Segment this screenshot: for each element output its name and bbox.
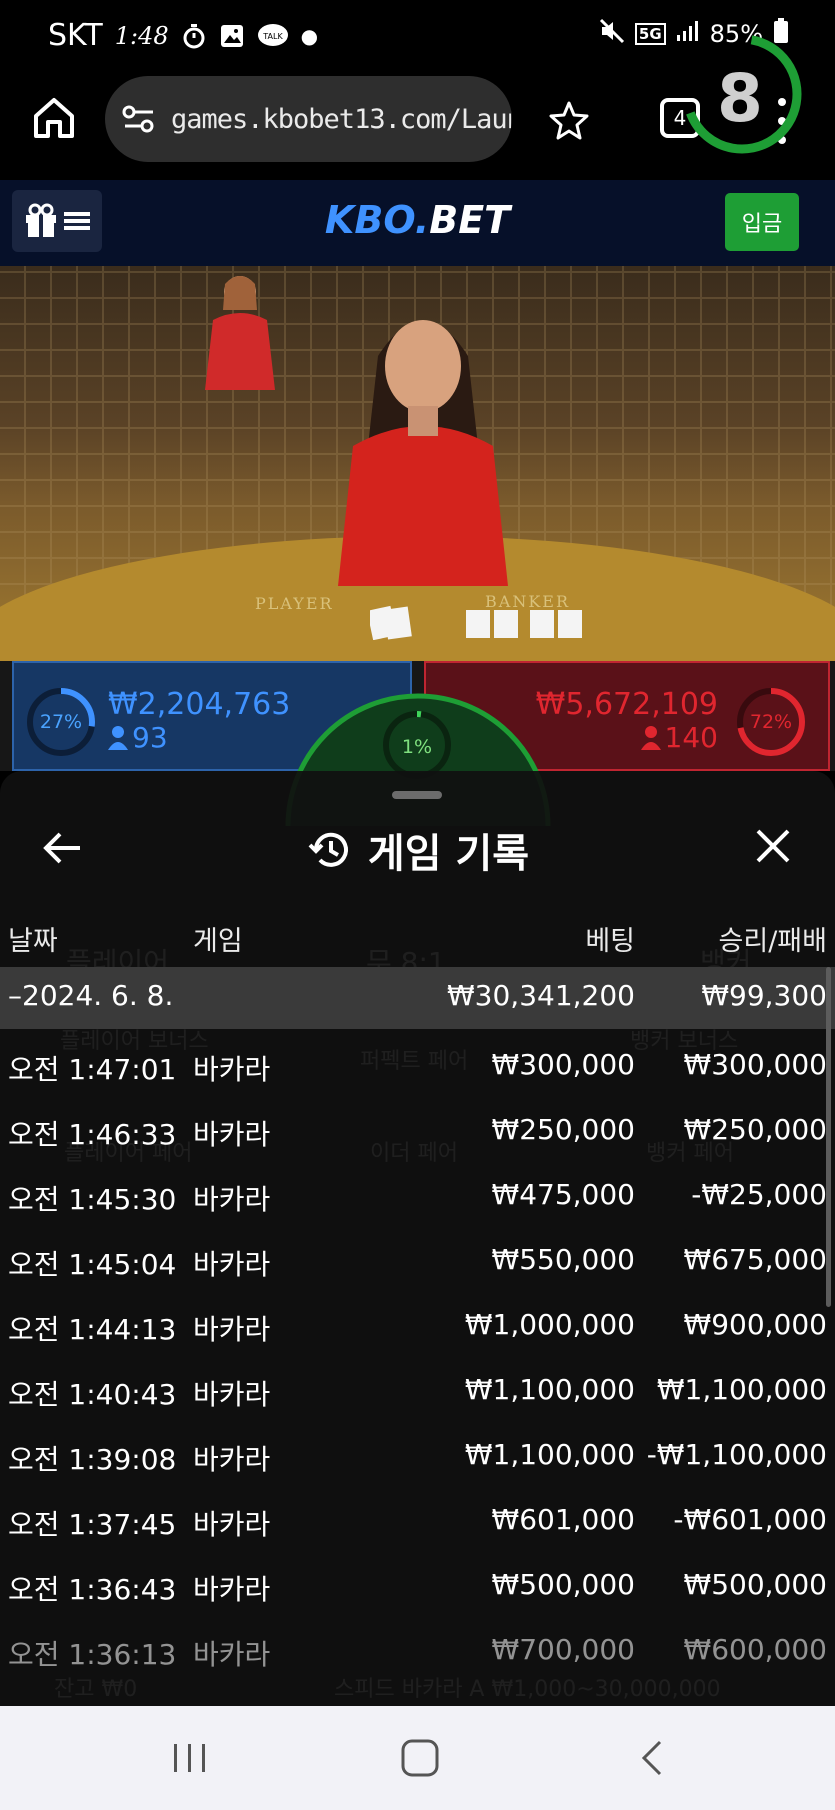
bookmark-button[interactable] bbox=[549, 100, 589, 140]
user-icon bbox=[640, 725, 661, 750]
column-header-game: 게임 bbox=[193, 926, 243, 957]
column-header-bet: 베팅 bbox=[585, 926, 635, 957]
player-percent: 27% bbox=[39, 711, 83, 733]
day-summary-row[interactable]: –2024. 6. 8. ₩30,341,200 ₩99,300 bbox=[0, 967, 835, 1029]
history-row[interactable]: 오전 1:36:13 바카라 ₩700,000 ₩600,000 bbox=[0, 1621, 835, 1683]
live-video-stream: PLAYER BANKER bbox=[0, 266, 835, 661]
banker-total-bet: ₩5,672,109 bbox=[535, 687, 718, 722]
site-settings-icon[interactable] bbox=[121, 101, 157, 137]
url-text[interactable]: games.kbobet13.com/Laun bbox=[171, 104, 511, 135]
carrier: SKT bbox=[48, 18, 103, 53]
playing-cards bbox=[370, 605, 582, 640]
back-nav-button[interactable] bbox=[632, 1736, 676, 1780]
history-row[interactable]: 오전 1:36:43 바카라 ₩500,000 ₩500,000 bbox=[0, 1556, 835, 1618]
history-row[interactable]: 오전 1:44:13 바카라 ₩1,000,000 ₩900,000 bbox=[0, 1296, 835, 1358]
history-row[interactable]: 오전 1:47:01 바카라 ₩300,000 ₩300,000 bbox=[0, 1036, 835, 1098]
gallery-icon bbox=[219, 23, 245, 49]
site-logo[interactable]: KBO.BET bbox=[0, 198, 835, 242]
countdown-number: 8 bbox=[717, 60, 763, 137]
deposit-button[interactable]: 입금 bbox=[725, 193, 799, 251]
player-bettor-count: 93 bbox=[108, 721, 168, 754]
clock: 1:48 bbox=[114, 21, 169, 50]
dealer bbox=[338, 320, 508, 586]
history-icon bbox=[308, 832, 348, 867]
history-header: 게임 기록 bbox=[0, 821, 835, 879]
network-type: 5G bbox=[634, 23, 666, 45]
column-header-result: 승리/패배 bbox=[718, 926, 827, 957]
game-history-sheet: 플레이어 무 8:1 뱅커 플레이어 보너스 퍼펙트 페어 뱅커 보너스 이더 … bbox=[0, 771, 835, 1706]
drag-handle[interactable] bbox=[392, 791, 442, 799]
banker-bettor-count: 140 bbox=[640, 721, 718, 754]
star-icon bbox=[549, 101, 589, 140]
mute-icon bbox=[599, 18, 625, 50]
table-label-player: PLAYER bbox=[255, 594, 334, 613]
player-total-bet: ₩2,204,763 bbox=[108, 687, 291, 722]
recent-apps-button[interactable] bbox=[168, 1736, 212, 1780]
recents-icon bbox=[174, 1744, 205, 1772]
home-square-icon bbox=[401, 1739, 439, 1777]
history-row[interactable]: 오전 1:40:43 바카라 ₩1,100,000 ₩1,100,000 bbox=[0, 1361, 835, 1423]
home-button[interactable] bbox=[30, 94, 78, 142]
close-button[interactable] bbox=[748, 821, 798, 871]
tie-percent: 1% bbox=[401, 736, 433, 758]
svg-text:TALK: TALK bbox=[262, 32, 283, 41]
history-title: 게임 기록 bbox=[367, 831, 530, 877]
system-navigation-bar bbox=[0, 1706, 835, 1810]
address-bar[interactable]: games.kbobet13.com/Laun bbox=[105, 76, 512, 162]
day-total-result: ₩99,300 bbox=[701, 979, 827, 1012]
history-row[interactable]: 오전 1:39:08 바카라 ₩1,100,000 -₩1,100,000 bbox=[0, 1426, 835, 1488]
user-icon bbox=[108, 725, 128, 750]
history-row[interactable]: 오전 1:45:30 바카라 ₩475,000 -₩25,000 bbox=[0, 1166, 835, 1228]
column-header-date: 날짜 bbox=[8, 926, 58, 957]
history-row[interactable]: 오전 1:46:33 바카라 ₩250,000 ₩250,000 bbox=[0, 1101, 835, 1163]
background-dealer bbox=[205, 276, 275, 390]
dot-icon: ● bbox=[300, 23, 319, 48]
close-icon bbox=[756, 829, 790, 863]
chevron-left-icon bbox=[641, 1740, 662, 1776]
history-scrollbar[interactable] bbox=[826, 967, 831, 1307]
home-nav-button[interactable] bbox=[398, 1736, 442, 1780]
history-row[interactable]: 오전 1:37:45 바카라 ₩601,000 -₩601,000 bbox=[0, 1491, 835, 1553]
day-total-bet: ₩30,341,200 bbox=[446, 979, 635, 1012]
day-label: –2024. 6. 8. bbox=[8, 979, 174, 1012]
banker-percent: 72% bbox=[749, 711, 793, 733]
kakaotalk-icon: TALK bbox=[257, 23, 289, 49]
home-icon bbox=[34, 98, 74, 138]
history-row[interactable]: 오전 1:45:04 바카라 ₩550,000 ₩675,000 bbox=[0, 1231, 835, 1293]
stopwatch-icon bbox=[181, 23, 207, 49]
site-header: KBO.BET 입금 bbox=[0, 180, 835, 266]
